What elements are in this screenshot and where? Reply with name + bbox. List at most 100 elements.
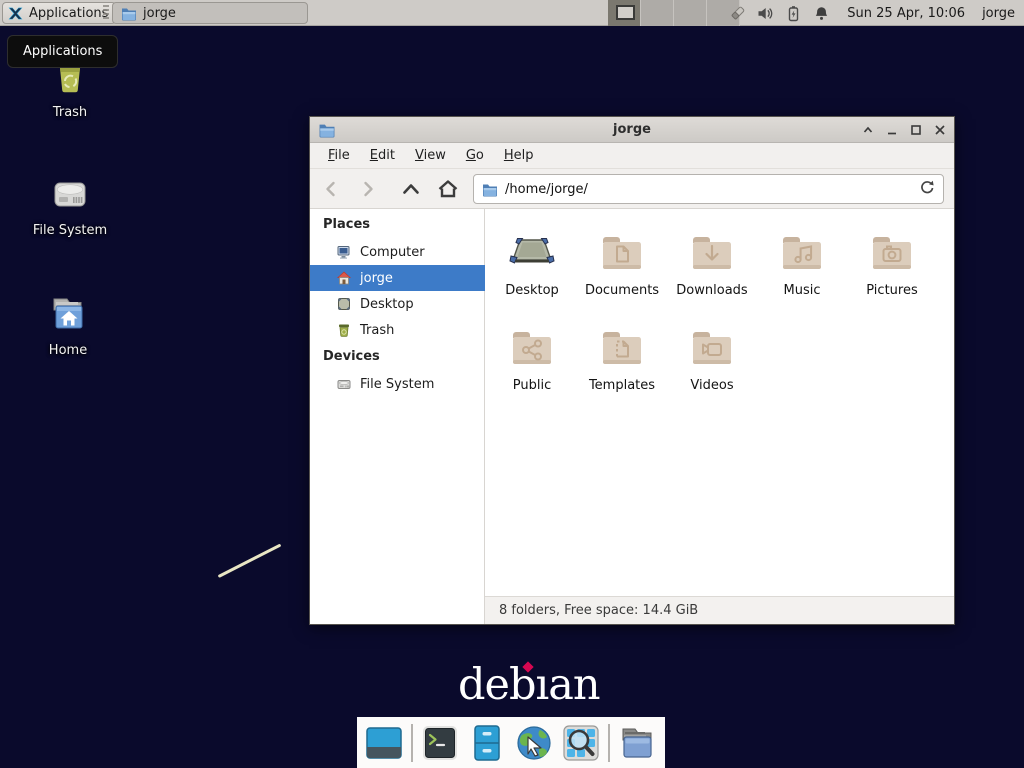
file-manager-launcher[interactable] (467, 723, 507, 763)
documents-folder-icon (598, 227, 646, 275)
dock (357, 717, 665, 768)
removable-device-icon[interactable] (729, 5, 746, 22)
system-tray: Sun 25 Apr, 10:06 jorge (729, 0, 1024, 26)
applications-menu-button[interactable]: Applications (2, 2, 116, 24)
shade-button[interactable] (861, 123, 874, 136)
file-item-desktop[interactable]: Desktop (487, 219, 577, 298)
file-item-templates[interactable]: Templates (577, 314, 667, 393)
forward-button[interactable] (355, 176, 381, 202)
workspace-window-preview (616, 5, 635, 20)
desktop-icon-home[interactable]: Home (23, 292, 113, 358)
web-browser-icon (514, 723, 554, 763)
file-item-music[interactable]: Music (757, 219, 847, 298)
file-manager-window: jorge File Edit View Go Help /home/jorge… (309, 116, 955, 625)
directory-menu-folder-icon (617, 723, 657, 763)
desktop-icon (336, 296, 352, 312)
dock-separator (411, 724, 413, 762)
close-button[interactable] (933, 123, 946, 136)
applications-menu-label: Applications (29, 6, 108, 21)
videos-folder-icon (688, 322, 736, 370)
volume-icon[interactable] (757, 5, 774, 22)
workspace-2[interactable] (641, 0, 674, 26)
menu-edit[interactable]: Edit (360, 145, 405, 166)
templates-folder-icon (598, 322, 646, 370)
home-icon (336, 270, 352, 286)
notifications-bell-icon[interactable] (813, 5, 830, 22)
sidebar-item-jorge[interactable]: jorge (310, 265, 485, 291)
statusbar: 8 folders, Free space: 14.4 GiB (485, 596, 954, 624)
window-title: jorge (310, 122, 954, 137)
file-view[interactable]: Desktop Documents (485, 209, 954, 624)
sidebar-item-desktop[interactable]: Desktop (310, 291, 485, 317)
public-folder-icon (508, 322, 556, 370)
trash-small-icon (336, 322, 352, 338)
menu-file[interactable]: File (318, 145, 360, 166)
pictures-folder-icon (868, 227, 916, 275)
taskbar-window-label: jorge (143, 6, 176, 21)
workspace-3[interactable] (674, 0, 707, 26)
directory-menu-launcher[interactable] (617, 723, 657, 763)
dock-separator (608, 724, 610, 762)
window-body: Places Computer jorge Desktop Trash (310, 209, 954, 624)
file-cabinet-icon (467, 723, 507, 763)
reload-icon[interactable] (919, 179, 935, 199)
menu-help[interactable]: Help (494, 145, 544, 166)
sidebar-item-file-system[interactable]: File System (310, 371, 485, 397)
sidebar-item-trash[interactable]: Trash (310, 317, 485, 343)
sidebar-header-devices: Devices (323, 349, 380, 364)
file-grid: Desktop Documents (485, 209, 954, 596)
up-button[interactable] (398, 176, 424, 202)
menu-go[interactable]: Go (456, 145, 494, 166)
file-item-public[interactable]: Public (487, 314, 577, 393)
sidebar: Places Computer jorge Desktop Trash (310, 209, 485, 624)
top-panel: Applications jorge Sun 25 Apr, 10:06 jor… (0, 0, 1024, 26)
show-desktop-button[interactable] (364, 723, 404, 763)
desktop-icon-label: File System (25, 223, 115, 238)
sidebar-header-places: Places (323, 217, 370, 232)
desktop-screen: Applications jorge Sun 25 Apr, 10:06 jor… (0, 0, 1024, 768)
desktop-folder-icon (508, 227, 556, 275)
app-finder-icon (561, 723, 601, 763)
menubar: File Edit View Go Help (310, 143, 954, 169)
path-input[interactable]: /home/jorge/ (473, 174, 944, 204)
xfce-applications-icon (7, 5, 24, 22)
desktop-icon-label: Home (23, 343, 113, 358)
home-button[interactable] (435, 176, 461, 202)
sidebar-item-computer[interactable]: Computer (310, 239, 485, 265)
app-finder-launcher[interactable] (561, 723, 601, 763)
music-folder-icon (778, 227, 826, 275)
minimize-button[interactable] (885, 123, 898, 136)
titlebar[interactable]: jorge (310, 117, 954, 143)
terminal-launcher[interactable] (420, 723, 460, 763)
debian-logo: debıan (458, 660, 600, 710)
workspace-1[interactable] (608, 0, 641, 26)
menu-view[interactable]: View (405, 145, 456, 166)
file-item-videos[interactable]: Videos (667, 314, 757, 393)
panel-user-menu[interactable]: jorge (982, 6, 1015, 21)
terminal-icon (420, 723, 460, 763)
toolbar: /home/jorge/ (310, 169, 954, 209)
show-desktop-icon (364, 723, 404, 763)
panel-grip-handle[interactable] (103, 5, 109, 21)
folder-icon (121, 6, 137, 21)
file-item-documents[interactable]: Documents (577, 219, 667, 298)
file-item-downloads[interactable]: Downloads (667, 219, 757, 298)
wallpaper-scratch-line (218, 544, 282, 578)
computer-icon (336, 244, 352, 260)
file-item-pictures[interactable]: Pictures (847, 219, 937, 298)
back-button[interactable] (318, 176, 344, 202)
panel-clock[interactable]: Sun 25 Apr, 10:06 (847, 6, 965, 21)
maximize-button[interactable] (909, 123, 922, 136)
path-text: /home/jorge/ (505, 182, 588, 197)
applications-tooltip: Applications (7, 35, 118, 68)
web-browser-launcher[interactable] (514, 723, 554, 763)
path-folder-icon (482, 182, 498, 197)
desktop-icon-label: Trash (25, 105, 115, 120)
downloads-folder-icon (688, 227, 736, 275)
drive-icon (336, 376, 352, 392)
home-folder-icon (45, 292, 91, 338)
workspace-switcher[interactable] (608, 0, 740, 26)
desktop-icon-file-system[interactable]: File System (25, 172, 115, 238)
taskbar-window-button[interactable]: jorge (112, 2, 308, 24)
battery-icon[interactable] (785, 5, 802, 22)
